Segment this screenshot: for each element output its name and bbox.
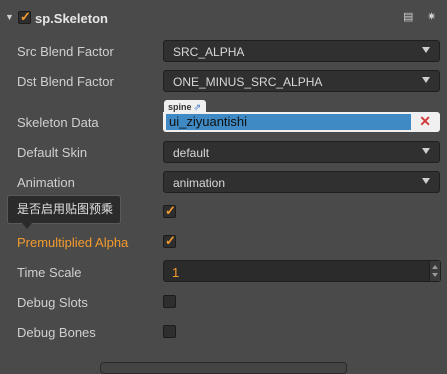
chevron-down-icon [422,77,430,83]
dst-blend-label: Dst Blend Factor [17,74,114,89]
premultiplied-alpha-checkbox[interactable]: ✓ [163,233,176,248]
chevron-down-icon [422,148,430,154]
animation-value: animation [173,176,226,190]
chevron-down-icon [422,178,430,184]
checkmark-icon: ✓ [20,9,31,24]
default-skin-select[interactable]: default [163,141,440,163]
time-scale-spinner[interactable] [429,261,440,281]
src-blend-select[interactable]: SRC_ALPHA [163,40,440,62]
add-component-button[interactable] [100,362,347,374]
checkmark-icon: ✓ [165,203,176,218]
help-book-icon[interactable]: ▤ [403,12,413,23]
debug-slots-checkbox[interactable] [163,295,176,308]
gear-icon[interactable]: ✷ [427,12,437,23]
component-enabled-checkbox[interactable]: ✓ [18,9,31,24]
chevron-down-icon [422,47,430,53]
default-skin-value: default [173,146,210,160]
debug-bones-label: Debug Bones [17,325,96,340]
animation-select[interactable]: animation [163,171,440,193]
clear-icon[interactable]: ✕ [419,113,431,130]
collapse-arrow-icon[interactable]: ▼ [5,12,14,22]
src-blend-label: Src Blend Factor [17,44,114,59]
external-link-icon[interactable]: ⇗ [194,102,202,112]
time-scale-input[interactable]: 1 [163,260,441,282]
tooltip-tail [22,223,32,229]
time-scale-value: 1 [172,265,180,280]
increment-icon[interactable] [432,265,438,269]
asset-type-label: spine [168,102,192,112]
skeleton-data-label: Skeleton Data [17,115,99,130]
component-title: sp.Skeleton [35,11,108,26]
time-scale-label: Time Scale [17,265,82,280]
decrement-icon[interactable] [432,273,438,277]
dst-blend-value: ONE_MINUS_SRC_ALPHA [173,75,323,89]
loop-checkbox[interactable]: ✓ [163,203,176,218]
default-skin-label: Default Skin [17,145,88,160]
component-header: ▼ ✓ sp.Skeleton ▤ ✷ [0,0,447,37]
debug-slots-label: Debug Slots [17,295,88,310]
animation-label: Animation [17,175,75,190]
tooltip: 是否启用贴图预乘 [7,195,121,224]
debug-bones-checkbox[interactable] [163,325,176,338]
skeleton-data-field[interactable]: ui_ziyuantishi ✕ [163,112,440,132]
premultiplied-alpha-label: Premultiplied Alpha [17,235,129,250]
checkmark-icon: ✓ [165,233,176,248]
skeleton-data-value: ui_ziyuantishi [166,114,411,130]
src-blend-value: SRC_ALPHA [173,45,245,59]
dst-blend-select[interactable]: ONE_MINUS_SRC_ALPHA [163,70,440,92]
